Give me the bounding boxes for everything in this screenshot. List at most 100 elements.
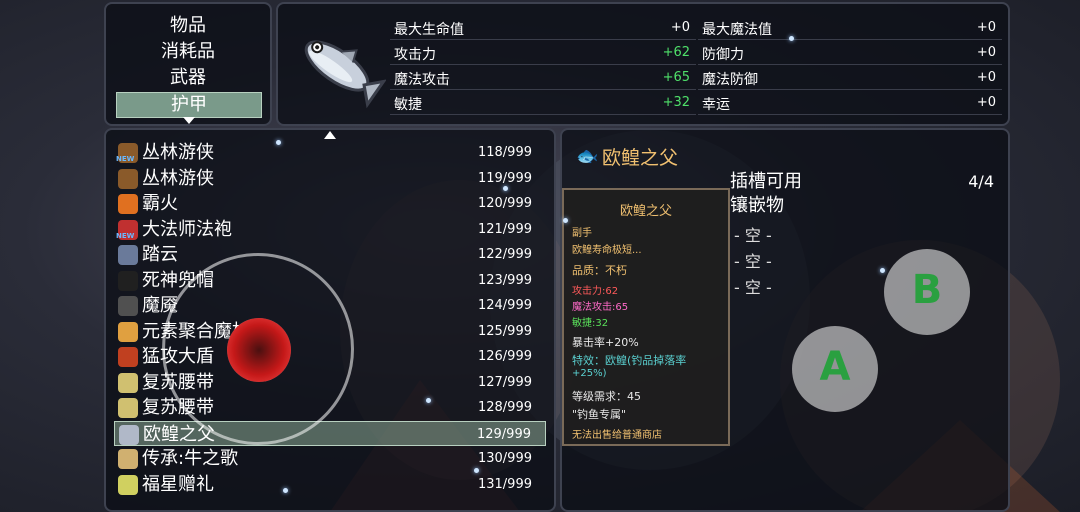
shield-icon (118, 347, 138, 367)
detail-title: 欧鳇之父 (602, 147, 679, 169)
socket-title-line1: 插槽可用 (730, 171, 802, 192)
socket-slot[interactable]: - 空 - (734, 222, 772, 246)
belt-icon (118, 372, 138, 393)
stat-name: 幸运 (702, 97, 730, 113)
scroll-icon (118, 449, 138, 469)
fish-item-icon (304, 40, 386, 109)
category-items[interactable]: 物品 (106, 14, 270, 38)
joystick-knob[interactable] (227, 318, 291, 382)
stat-value: +32 (662, 95, 690, 110)
tooltip-sell: 无法出售给普通商店 (572, 430, 662, 441)
item-name: 霸火 (142, 193, 178, 214)
a-button-label: A (819, 344, 851, 390)
sparkle-icon (276, 140, 281, 145)
stat-name: 最大魔法值 (702, 22, 772, 38)
category-armor[interactable]: 护甲 (116, 92, 262, 118)
a-button[interactable]: A (792, 326, 878, 412)
stat-value: +65 (662, 70, 690, 85)
category-consumables[interactable]: 消耗品 (106, 40, 270, 64)
tooltip-exclusive: "钓鱼专属" (572, 408, 627, 421)
stat-value: +0 (976, 70, 996, 85)
sparkle-icon (563, 218, 568, 223)
list-item[interactable]: 欧鳇之父 129/999 (114, 420, 546, 446)
list-item[interactable]: 福星赠礼 131/999 (114, 472, 546, 497)
new-badge: NEW (116, 231, 135, 240)
b-button[interactable]: B (884, 249, 970, 335)
item-name: 大法师法袍 (142, 218, 232, 240)
fish-icon (119, 424, 139, 445)
stat-name: 魔法防御 (702, 72, 758, 88)
stat-name: 防御力 (702, 47, 744, 63)
list-item[interactable]: 霸火 120/999 (114, 191, 546, 216)
stat-name: 最大生命值 (394, 22, 464, 38)
cloud-boot-icon (118, 245, 138, 265)
socket-slot[interactable]: - 空 - (734, 274, 772, 298)
sparkle-icon (474, 468, 479, 473)
socket-title: 插槽可用 镶嵌物 (730, 170, 802, 218)
tooltip-quality: 品质：不朽 (572, 264, 627, 277)
stat-max-mp: 最大魔法值 +0 (698, 16, 1002, 40)
item-count: 130/999 (477, 451, 532, 466)
stat-defense: 防御力 +0 (698, 41, 1002, 65)
item-name: 丛林游侠 (142, 167, 214, 189)
item-count: 121/999 (477, 221, 532, 237)
boot-icon (118, 168, 138, 189)
sparkle-icon (880, 268, 885, 273)
list-item[interactable]: 传承:牛之歌 130/999 (114, 446, 546, 471)
dagger-icon (118, 296, 138, 316)
sparkle-icon (426, 398, 431, 403)
scroll-up-arrow-icon[interactable] (324, 131, 336, 139)
tooltip-level: 等级需求：45 (572, 390, 641, 403)
tooltip-name: 欧鳇之父 (619, 204, 672, 219)
item-name: 传承:牛之歌 (142, 448, 239, 469)
tooltip-agility: 敏捷:32 (572, 318, 609, 329)
tooltip-special: 特效：欧鳇(钓品掉落率 (572, 354, 687, 367)
socket-slot[interactable]: - 空 - (734, 248, 772, 272)
tooltip-slot: 副手 (572, 228, 592, 239)
item-count: 127/999 (477, 374, 532, 390)
category-weapons[interactable]: 武器 (106, 66, 270, 90)
item-count: 125/999 (477, 323, 532, 339)
stat-value: +0 (670, 20, 690, 35)
sparkle-icon (503, 186, 508, 191)
category-menu: 物品 消耗品 武器 护甲 (104, 2, 272, 126)
item-count: 122/999 (477, 247, 532, 262)
item-tooltip: 欧鳇之父 副手 欧鳇寿命极短... 品质：不朽 攻击力:62 魔法攻击:65 敏… (562, 188, 730, 446)
item-count: 118/999 (477, 145, 532, 160)
item-name: 福星赠礼 (142, 473, 214, 495)
stats-panel: 最大生命值 +0 攻击力 +62 魔法攻击 +65 敏捷 +32 最大魔法值 +… (276, 2, 1010, 126)
stat-name: 攻击力 (394, 47, 436, 63)
stat-name: 敏捷 (394, 97, 422, 113)
stat-luck: 幸运 +0 (698, 91, 1002, 115)
item-count: 128/999 (477, 400, 532, 415)
item-count: 126/999 (477, 349, 532, 364)
list-item[interactable]: 踏云 122/999 (114, 242, 546, 267)
sparkle-icon (789, 36, 794, 41)
scroll-down-arrow-icon[interactable] (183, 117, 195, 124)
item-count: 123/999 (477, 272, 532, 288)
list-item[interactable]: NEW 丛林游侠 118/999 (114, 140, 546, 165)
new-badge: NEW (116, 155, 135, 163)
fish-icon: 🐟 (576, 146, 599, 167)
item-name: 丛林游侠 (142, 142, 214, 163)
stat-agility: 敏捷 +32 (390, 91, 696, 115)
tooltip-special-cont: +25%) (572, 368, 607, 379)
socket-count: 4/4 (968, 172, 994, 191)
tooltip-magic-attack: 魔法攻击:65 (572, 302, 629, 313)
stat-magic-defense: 魔法防御 +0 (698, 66, 1002, 90)
tooltip-desc: 欧鳇寿命极短... (572, 245, 642, 256)
tooltip-attack: 攻击力:62 (572, 286, 619, 297)
list-item[interactable]: 丛林游侠 119/999 (114, 166, 546, 191)
item-count: 129/999 (476, 426, 531, 442)
hood-icon (118, 270, 138, 291)
stat-value: +0 (976, 45, 996, 60)
stat-value: +62 (662, 45, 690, 60)
item-name: 踏云 (142, 244, 178, 265)
stat-magic-attack: 魔法攻击 +65 (390, 66, 696, 90)
sparkle-icon (283, 488, 288, 493)
stat-value: +0 (976, 20, 996, 35)
item-count: 120/999 (477, 196, 532, 211)
charm-icon (118, 474, 138, 495)
list-item[interactable]: NEW 大法师法袍 121/999 (114, 217, 546, 242)
stat-value: +0 (976, 95, 996, 110)
